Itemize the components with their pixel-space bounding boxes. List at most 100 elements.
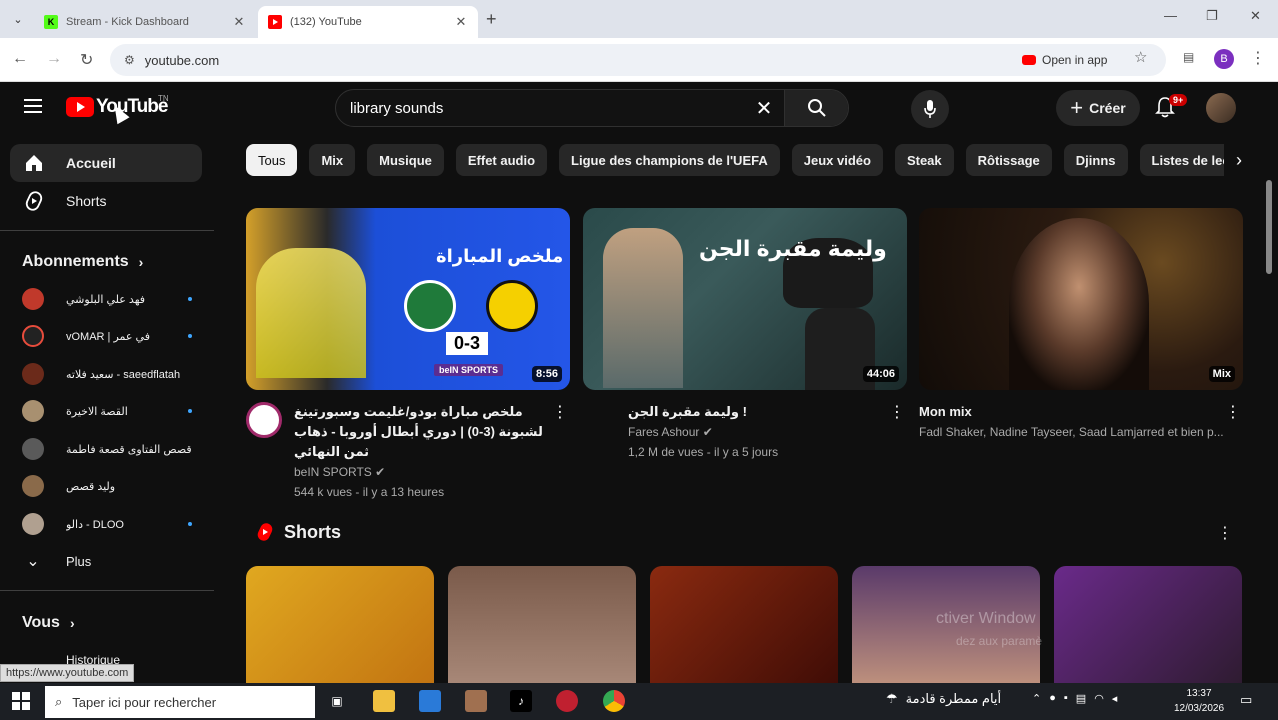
chip-music[interactable]: Musique: [367, 144, 444, 176]
sidebar-item-subscription[interactable]: وليد قصص: [22, 470, 192, 502]
file-explorer-icon[interactable]: [373, 690, 395, 712]
create-button[interactable]: + Créer: [1056, 90, 1140, 126]
open-in-app-label: Open in app: [1042, 53, 1108, 67]
sporting-crest: [404, 280, 456, 332]
profile-avatar[interactable]: B: [1214, 49, 1234, 69]
subscriptions-label: Abonnements: [22, 253, 129, 270]
close-window-icon[interactable]: ✕: [1250, 8, 1261, 24]
shorts-icon: [22, 190, 46, 212]
account-avatar[interactable]: [1206, 93, 1236, 123]
video-card[interactable]: ملخص المباراة 0-3 beIN SPORTS 8:56 ملخص …: [246, 208, 570, 502]
video-title[interactable]: ملخص مباراة بودو/غليمت وسبورتينغ لشبونة …: [294, 402, 570, 462]
video-card[interactable]: وليمة مقبرة الجن 44:06 وليمة مقبرة الجن …: [583, 208, 907, 462]
close-tab-icon[interactable]: ✕: [232, 14, 246, 30]
sidebar-item-more[interactable]: ⌄ Plus: [22, 545, 192, 577]
site-settings-icon[interactable]: ⚙: [124, 53, 135, 67]
kick-favicon-icon: K: [44, 15, 58, 29]
task-view-icon[interactable]: ▣: [326, 690, 348, 712]
activation-watermark: ctiver Window: [936, 610, 1036, 627]
chips-next-chevron-icon[interactable]: ›: [1224, 144, 1254, 176]
filter-chips: Tous Mix Musique Effet audio Ligue des c…: [246, 144, 1252, 176]
clear-search-icon[interactable]: ✕: [744, 96, 784, 121]
chip-steak[interactable]: Steak: [894, 144, 954, 176]
channel-avatar: [22, 438, 44, 460]
chip-all[interactable]: Tous: [246, 144, 298, 176]
wifi-icon[interactable]: ◠: [1094, 692, 1104, 705]
short-card[interactable]: [650, 566, 838, 683]
channel-name[interactable]: beIN SPORTS ✔: [294, 462, 570, 482]
page-scrollbar[interactable]: [1266, 180, 1272, 274]
forward-icon[interactable]: →: [46, 50, 62, 68]
browser-menu-icon[interactable]: ⋮: [1250, 48, 1266, 68]
video-menu-icon[interactable]: ⋮: [552, 402, 568, 422]
extensions-icon[interactable]: ▤: [1183, 50, 1194, 64]
windows-start-icon[interactable]: [12, 692, 30, 710]
new-content-dot: [188, 297, 192, 301]
short-card[interactable]: [448, 566, 636, 683]
channel-name: سعيد فلاته - saeedflatah: [66, 368, 181, 381]
video-menu-icon[interactable]: ⋮: [1225, 402, 1241, 422]
voice-search-button[interactable]: [911, 90, 949, 128]
taskbar-clock[interactable]: 13:37 12/03/2026: [1170, 686, 1228, 716]
sidebar-item-subscription[interactable]: فهد علي البلوشي: [22, 283, 192, 315]
minimize-icon[interactable]: —: [1164, 8, 1177, 23]
sidebar-item-subscription[interactable]: القصة الاخيرة: [22, 395, 192, 427]
camera-tray-icon[interactable]: ▪: [1064, 692, 1068, 705]
chip-sound-effect[interactable]: Effet audio: [455, 144, 548, 176]
mix-badge: Mix: [1208, 366, 1235, 382]
taskbar-search[interactable]: ⌕ Taper ici pour rechercher: [45, 686, 315, 718]
sidebar-item-subscription[interactable]: دالو - DLOO: [22, 508, 192, 540]
you-header[interactable]: Vous ›: [22, 614, 75, 632]
tab-youtube[interactable]: (132) YouTube ✕: [258, 6, 478, 38]
sidebar-item-home[interactable]: Accueil: [10, 144, 202, 182]
video-thumbnail[interactable]: Mix: [919, 208, 1243, 390]
store-icon[interactable]: [419, 690, 441, 712]
photos-app-icon[interactable]: [465, 690, 487, 712]
search-input[interactable]: [336, 99, 744, 117]
url-omnibox[interactable]: ⚙ youtube.com: [110, 44, 1166, 76]
video-card[interactable]: Mix Mon mix Fadl Shaker, Nadine Tayseer,…: [919, 208, 1243, 442]
shorts-menu-icon[interactable]: ⋮: [1217, 523, 1233, 543]
weather-widget[interactable]: ☂ أيام ممطرة قادمة: [886, 691, 1001, 707]
sidebar-item-subscription[interactable]: قصص الفتاوى قصعة فاطمة: [22, 433, 192, 465]
restore-icon[interactable]: ❐: [1206, 8, 1218, 24]
obs-icon[interactable]: [556, 690, 578, 712]
tab-kick-dashboard[interactable]: K Stream - Kick Dashboard ✕: [34, 6, 256, 38]
bookmark-star-icon[interactable]: ☆: [1134, 48, 1147, 66]
reload-icon[interactable]: ↻: [80, 50, 93, 70]
video-menu-icon[interactable]: ⋮: [889, 402, 905, 422]
channel-avatar[interactable]: [246, 402, 282, 438]
video-thumbnail[interactable]: وليمة مقبرة الجن 44:06: [583, 208, 907, 390]
video-title[interactable]: Mon mix: [919, 402, 1243, 422]
chip-champions-league[interactable]: Ligue des champions de l'UEFA: [559, 144, 780, 176]
chip-djinns[interactable]: Djinns: [1063, 144, 1128, 176]
channel-name[interactable]: Fares Ashour ✔: [628, 422, 907, 442]
short-card[interactable]: [246, 566, 434, 683]
close-tab-icon[interactable]: ✕: [454, 14, 468, 30]
sidebar-item-shorts[interactable]: Shorts: [10, 182, 202, 220]
new-content-dot: [188, 409, 192, 413]
new-tab-button[interactable]: +: [486, 9, 497, 30]
open-in-app-button[interactable]: Open in app: [1022, 50, 1107, 70]
sidebar-item-subscription[interactable]: سعيد فلاته - saeedflatah: [22, 358, 192, 390]
menu-icon[interactable]: [24, 99, 42, 117]
notification-center-icon[interactable]: ▭: [1240, 692, 1252, 708]
sidebar-item-subscription[interactable]: vOMAR | في عمر: [22, 320, 192, 352]
printer-tray-icon[interactable]: ▤: [1076, 692, 1086, 705]
short-card[interactable]: [1054, 566, 1242, 683]
tray-chevron-icon[interactable]: ⌃: [1032, 692, 1041, 705]
tab-search-chevron-icon[interactable]: ⌄: [8, 9, 28, 29]
youtube-favicon-icon: [268, 15, 282, 29]
search-button[interactable]: [784, 90, 848, 126]
subscriptions-header[interactable]: Abonnements ›: [22, 253, 143, 271]
chip-mix[interactable]: Mix: [309, 144, 356, 176]
back-icon[interactable]: ←: [12, 50, 28, 68]
tiktok-icon[interactable]: ♪: [510, 690, 532, 712]
chip-roasting[interactable]: Rôtissage: [965, 144, 1052, 176]
microphone-tray-icon[interactable]: ●: [1049, 692, 1056, 705]
chip-video-games[interactable]: Jeux vidéo: [791, 144, 883, 176]
video-title[interactable]: وليمة مقبرة الجن !: [628, 402, 907, 422]
video-thumbnail[interactable]: ملخص المباراة 0-3 beIN SPORTS 8:56: [246, 208, 570, 390]
volume-icon[interactable]: ◂: [1112, 692, 1118, 705]
chrome-icon[interactable]: [603, 690, 625, 712]
